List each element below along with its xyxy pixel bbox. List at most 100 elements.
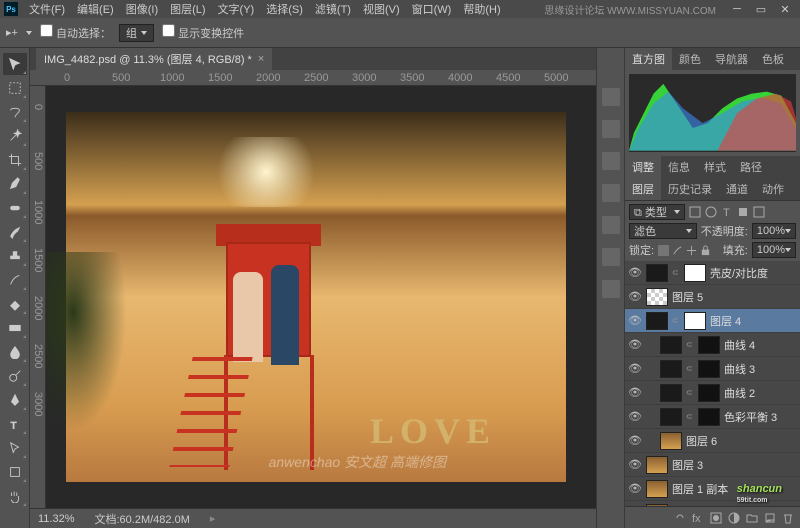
dodge-tool[interactable] bbox=[3, 365, 27, 387]
menu-image[interactable]: 图像(I) bbox=[121, 0, 163, 19]
panel-icon-2[interactable] bbox=[602, 120, 620, 138]
menu-filter[interactable]: 滤镜(T) bbox=[310, 0, 356, 19]
tab-styles[interactable]: 样式 bbox=[697, 155, 733, 179]
menu-select[interactable]: 选择(S) bbox=[261, 0, 308, 19]
menu-edit[interactable]: 编辑(E) bbox=[72, 0, 119, 19]
tab-color[interactable]: 颜色 bbox=[672, 48, 708, 71]
menu-type[interactable]: 文字(Y) bbox=[213, 0, 260, 19]
layer-row[interactable]: 👁⊂曲线 3 bbox=[625, 357, 800, 381]
document-tab[interactable]: IMG_4482.psd @ 11.3% (图层 4, RGB/8) * × bbox=[36, 48, 272, 70]
pen-tool[interactable] bbox=[3, 389, 27, 411]
delete-icon[interactable] bbox=[782, 512, 794, 524]
auto-select-checkbox[interactable]: 自动选择： bbox=[40, 24, 111, 41]
new-layer-icon[interactable] bbox=[764, 512, 776, 524]
menu-help[interactable]: 帮助(H) bbox=[458, 0, 505, 19]
mask-icon[interactable] bbox=[710, 512, 722, 524]
fx-icon[interactable]: fx bbox=[692, 512, 704, 524]
wand-tool[interactable] bbox=[3, 125, 27, 147]
heal-tool[interactable] bbox=[3, 197, 27, 219]
panel-icon-3[interactable] bbox=[602, 152, 620, 170]
blur-tool[interactable] bbox=[3, 341, 27, 363]
tab-swatches[interactable]: 色板 bbox=[755, 48, 791, 71]
adjustment-icon[interactable] bbox=[728, 512, 740, 524]
canvas[interactable]: LOVE anwenchao 安文超 高端修图 bbox=[46, 86, 596, 508]
visibility-icon[interactable]: 👁 bbox=[628, 458, 642, 471]
layer-row[interactable]: 👁图层 6 bbox=[625, 429, 800, 453]
hand-tool[interactable] bbox=[3, 485, 27, 507]
history-brush-tool[interactable] bbox=[3, 269, 27, 291]
layer-filter[interactable]: ⧉ 类型 bbox=[629, 204, 685, 220]
tab-navigator[interactable]: 导航器 bbox=[708, 48, 755, 71]
opacity-input[interactable]: 100% bbox=[752, 223, 796, 239]
group-icon[interactable] bbox=[746, 512, 758, 524]
menu-window[interactable]: 窗口(W) bbox=[407, 0, 457, 19]
maximize-button[interactable]: ▭ bbox=[750, 2, 772, 16]
minimize-button[interactable]: ─ bbox=[726, 2, 748, 16]
link-layers-icon[interactable] bbox=[674, 512, 686, 524]
panel-icon-6[interactable] bbox=[602, 248, 620, 266]
tab-paths[interactable]: 路径 bbox=[733, 155, 769, 179]
tab-channels[interactable]: 通道 bbox=[719, 177, 755, 201]
tab-info[interactable]: 信息 bbox=[661, 155, 697, 179]
gradient-tool[interactable] bbox=[3, 317, 27, 339]
zoom-level[interactable]: 11.32% bbox=[38, 513, 75, 525]
panel-icon-5[interactable] bbox=[602, 216, 620, 234]
layer-row[interactable]: 👁⊂图层 4 bbox=[625, 309, 800, 333]
tab-layers[interactable]: 图层 bbox=[625, 177, 661, 201]
layer-row[interactable]: 👁图层 3 bbox=[625, 453, 800, 477]
visibility-icon[interactable]: 👁 bbox=[628, 482, 642, 495]
menu-layer[interactable]: 图层(L) bbox=[165, 0, 210, 19]
show-transform-checkbox[interactable]: 显示变换控件 bbox=[162, 24, 244, 41]
visibility-icon[interactable]: 👁 bbox=[628, 362, 642, 375]
stamp-tool[interactable] bbox=[3, 245, 27, 267]
layer-row[interactable]: 👁⊂壳皮/对比度 bbox=[625, 261, 800, 285]
layer-row[interactable]: 👁图层 5 bbox=[625, 285, 800, 309]
panel-icon-4[interactable] bbox=[602, 184, 620, 202]
filter-smart-icon[interactable] bbox=[753, 206, 765, 218]
panel-icon-7[interactable] bbox=[602, 280, 620, 298]
brush-tool[interactable] bbox=[3, 221, 27, 243]
blend-mode-select[interactable]: 滤色 bbox=[629, 223, 697, 239]
lock-paint-icon[interactable] bbox=[672, 245, 683, 256]
visibility-icon[interactable]: 👁 bbox=[628, 410, 642, 423]
panel-icon-1[interactable] bbox=[602, 88, 620, 106]
eraser-tool[interactable] bbox=[3, 293, 27, 315]
menu-file[interactable]: 文件(F) bbox=[24, 0, 70, 19]
doc-size[interactable]: 文档:60.2M/482.0M bbox=[95, 511, 190, 527]
marquee-tool[interactable] bbox=[3, 77, 27, 99]
tab-adjustments[interactable]: 调整 bbox=[625, 155, 661, 179]
lock-all-icon[interactable] bbox=[700, 245, 711, 256]
layer-row[interactable]: 👁图层 1 副本 bbox=[625, 477, 800, 501]
layer-row[interactable]: 👁⊂色彩平衡 3 bbox=[625, 405, 800, 429]
layer-row[interactable]: 👁⊂曲线 4 bbox=[625, 333, 800, 357]
visibility-icon[interactable]: 👁 bbox=[628, 338, 642, 351]
visibility-icon[interactable]: 👁 bbox=[628, 386, 642, 399]
auto-select-type[interactable]: 组 bbox=[119, 24, 154, 42]
filter-adjust-icon[interactable] bbox=[705, 206, 717, 218]
eyedropper-tool[interactable] bbox=[3, 173, 27, 195]
tool-preset-dropdown[interactable] bbox=[26, 31, 32, 35]
filter-type-icon[interactable]: T bbox=[721, 206, 733, 218]
close-button[interactable]: ✕ bbox=[774, 2, 796, 16]
lock-transparency-icon[interactable] bbox=[658, 245, 669, 256]
layer-row[interactable]: 👁⊂曲线 2 bbox=[625, 381, 800, 405]
menu-view[interactable]: 视图(V) bbox=[358, 0, 405, 19]
lasso-tool[interactable] bbox=[3, 101, 27, 123]
close-tab-icon[interactable]: × bbox=[258, 53, 264, 65]
visibility-icon[interactable]: 👁 bbox=[628, 266, 642, 279]
visibility-icon[interactable]: 👁 bbox=[628, 290, 642, 303]
tab-histogram[interactable]: 直方图 bbox=[625, 48, 672, 71]
filter-image-icon[interactable] bbox=[689, 206, 701, 218]
type-tool[interactable]: T bbox=[3, 413, 27, 435]
move-tool[interactable] bbox=[3, 53, 27, 75]
visibility-icon[interactable]: 👁 bbox=[628, 434, 642, 447]
fill-input[interactable]: 100% bbox=[752, 242, 796, 258]
tab-history[interactable]: 历史记录 bbox=[661, 177, 719, 201]
path-select-tool[interactable] bbox=[3, 437, 27, 459]
visibility-icon[interactable]: 👁 bbox=[628, 314, 642, 327]
filter-shape-icon[interactable] bbox=[737, 206, 749, 218]
lock-position-icon[interactable] bbox=[686, 245, 697, 256]
crop-tool[interactable] bbox=[3, 149, 27, 171]
tab-actions[interactable]: 动作 bbox=[755, 177, 791, 201]
shape-tool[interactable] bbox=[3, 461, 27, 483]
